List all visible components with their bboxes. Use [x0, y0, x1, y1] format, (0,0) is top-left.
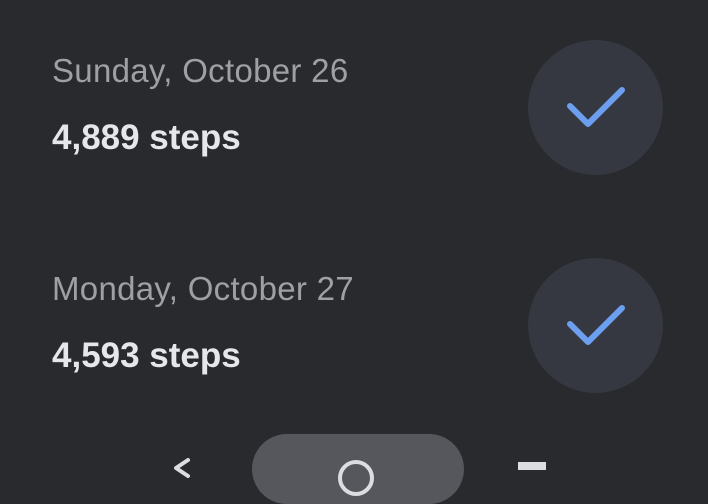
checkmark-icon — [566, 304, 625, 345]
goal-complete-badge — [528, 40, 663, 175]
day-steps: 4,889 steps — [52, 118, 241, 157]
back-icon[interactable] — [172, 458, 192, 478]
home-button[interactable] — [252, 434, 464, 504]
day-date: Sunday, October 26 — [52, 52, 349, 89]
system-nav-bar — [0, 430, 708, 504]
goal-complete-badge — [528, 258, 663, 393]
day-entry-sunday[interactable]: Sunday, October 26 4,889 steps — [0, 0, 708, 200]
home-icon — [338, 460, 374, 496]
day-date: Monday, October 27 — [52, 270, 354, 307]
day-entry-monday[interactable]: Monday, October 27 4,593 steps — [0, 218, 708, 418]
day-steps: 4,593 steps — [52, 336, 241, 375]
checkmark-icon — [566, 86, 625, 127]
recents-icon[interactable] — [518, 462, 546, 470]
